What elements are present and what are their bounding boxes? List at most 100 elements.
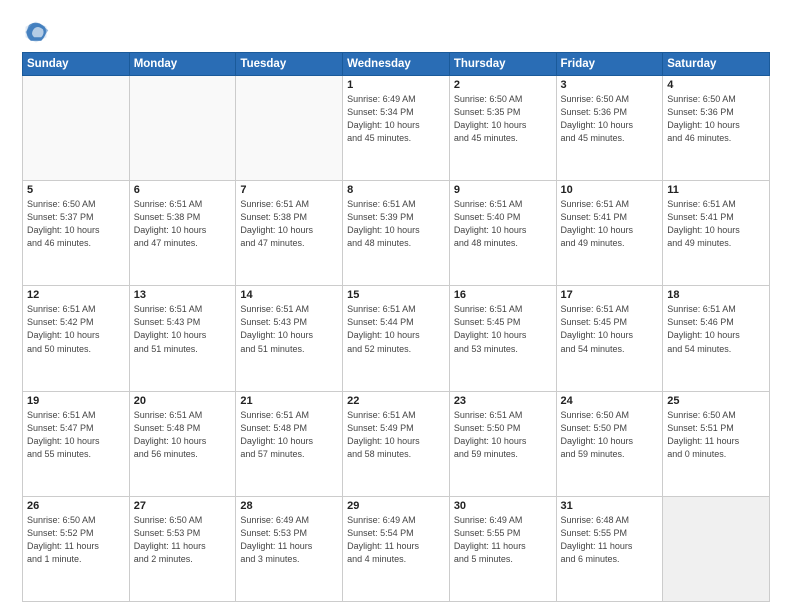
week-row-4: 19 Sunrise: 6:51 AM Sunset: 5:47 PM Dayli… bbox=[23, 391, 770, 496]
day-info: Sunrise: 6:51 AM Sunset: 5:50 PM Dayligh… bbox=[454, 409, 552, 461]
day-info: Sunrise: 6:50 AM Sunset: 5:37 PM Dayligh… bbox=[27, 198, 125, 250]
day-cell: 25 Sunrise: 6:50 AM Sunset: 5:51 PM Dayli… bbox=[663, 391, 770, 496]
day-info: Sunrise: 6:51 AM Sunset: 5:48 PM Dayligh… bbox=[240, 409, 338, 461]
day-number: 13 bbox=[134, 289, 232, 301]
day-number: 30 bbox=[454, 500, 552, 512]
day-info: Sunrise: 6:51 AM Sunset: 5:45 PM Dayligh… bbox=[561, 303, 659, 355]
weekday-header-row: SundayMondayTuesdayWednesdayThursdayFrid… bbox=[23, 53, 770, 76]
day-number: 18 bbox=[667, 289, 765, 301]
day-cell bbox=[23, 76, 130, 181]
day-info: Sunrise: 6:51 AM Sunset: 5:39 PM Dayligh… bbox=[347, 198, 445, 250]
day-cell: 5 Sunrise: 6:50 AM Sunset: 5:37 PM Daylig… bbox=[23, 181, 130, 286]
day-cell: 19 Sunrise: 6:51 AM Sunset: 5:47 PM Dayli… bbox=[23, 391, 130, 496]
day-number: 26 bbox=[27, 500, 125, 512]
day-number: 21 bbox=[240, 395, 338, 407]
day-number: 15 bbox=[347, 289, 445, 301]
day-cell: 17 Sunrise: 6:51 AM Sunset: 5:45 PM Dayli… bbox=[556, 286, 663, 391]
day-number: 27 bbox=[134, 500, 232, 512]
day-cell: 13 Sunrise: 6:51 AM Sunset: 5:43 PM Dayli… bbox=[129, 286, 236, 391]
day-number: 28 bbox=[240, 500, 338, 512]
week-row-5: 26 Sunrise: 6:50 AM Sunset: 5:52 PM Dayli… bbox=[23, 496, 770, 601]
day-info: Sunrise: 6:50 AM Sunset: 5:51 PM Dayligh… bbox=[667, 409, 765, 461]
day-info: Sunrise: 6:51 AM Sunset: 5:49 PM Dayligh… bbox=[347, 409, 445, 461]
logo bbox=[22, 18, 54, 46]
day-number: 10 bbox=[561, 184, 659, 196]
day-cell: 27Sunrise: 6:50 AM Sunset: 5:53 PM Dayli… bbox=[129, 496, 236, 601]
day-number: 25 bbox=[667, 395, 765, 407]
logo-icon bbox=[22, 18, 50, 46]
day-info: Sunrise: 6:48 AM Sunset: 5:55 PM Dayligh… bbox=[561, 514, 659, 566]
day-info: Sunrise: 6:50 AM Sunset: 5:36 PM Dayligh… bbox=[667, 93, 765, 145]
day-cell: 21 Sunrise: 6:51 AM Sunset: 5:48 PM Dayli… bbox=[236, 391, 343, 496]
day-number: 5 bbox=[27, 184, 125, 196]
day-cell: 10 Sunrise: 6:51 AM Sunset: 5:41 PM Dayli… bbox=[556, 181, 663, 286]
day-number: 20 bbox=[134, 395, 232, 407]
day-cell: 2 Sunrise: 6:50 AM Sunset: 5:35 PM Daylig… bbox=[449, 76, 556, 181]
day-number: 8 bbox=[347, 184, 445, 196]
day-number: 9 bbox=[454, 184, 552, 196]
day-info: Sunrise: 6:51 AM Sunset: 5:41 PM Dayligh… bbox=[561, 198, 659, 250]
day-number: 11 bbox=[667, 184, 765, 196]
weekday-header-monday: Monday bbox=[129, 53, 236, 76]
header bbox=[22, 18, 770, 46]
day-cell: 22 Sunrise: 6:51 AM Sunset: 5:49 PM Dayli… bbox=[343, 391, 450, 496]
weekday-header-tuesday: Tuesday bbox=[236, 53, 343, 76]
day-number: 7 bbox=[240, 184, 338, 196]
day-info: Sunrise: 6:51 AM Sunset: 5:40 PM Dayligh… bbox=[454, 198, 552, 250]
day-info: Sunrise: 6:51 AM Sunset: 5:41 PM Dayligh… bbox=[667, 198, 765, 250]
day-info: Sunrise: 6:49 AM Sunset: 5:34 PM Dayligh… bbox=[347, 93, 445, 145]
day-cell: 6 Sunrise: 6:51 AM Sunset: 5:38 PM Daylig… bbox=[129, 181, 236, 286]
day-number: 1 bbox=[347, 79, 445, 91]
day-info: Sunrise: 6:49 AM Sunset: 5:53 PM Dayligh… bbox=[240, 514, 338, 566]
day-number: 2 bbox=[454, 79, 552, 91]
day-info: Sunrise: 6:50 AM Sunset: 5:35 PM Dayligh… bbox=[454, 93, 552, 145]
day-info: Sunrise: 6:51 AM Sunset: 5:43 PM Dayligh… bbox=[134, 303, 232, 355]
day-cell: 1 Sunrise: 6:49 AM Sunset: 5:34 PM Daylig… bbox=[343, 76, 450, 181]
day-number: 19 bbox=[27, 395, 125, 407]
weekday-header-saturday: Saturday bbox=[663, 53, 770, 76]
day-number: 24 bbox=[561, 395, 659, 407]
day-number: 31 bbox=[561, 500, 659, 512]
day-cell: 12 Sunrise: 6:51 AM Sunset: 5:42 PM Dayli… bbox=[23, 286, 130, 391]
day-cell: 26 Sunrise: 6:50 AM Sunset: 5:52 PM Dayli… bbox=[23, 496, 130, 601]
day-number: 6 bbox=[134, 184, 232, 196]
day-cell: 30Sunrise: 6:49 AM Sunset: 5:55 PM Dayli… bbox=[449, 496, 556, 601]
day-cell bbox=[129, 76, 236, 181]
day-info: Sunrise: 6:51 AM Sunset: 5:38 PM Dayligh… bbox=[134, 198, 232, 250]
day-info: Sunrise: 6:51 AM Sunset: 5:44 PM Dayligh… bbox=[347, 303, 445, 355]
day-info: Sunrise: 6:51 AM Sunset: 5:45 PM Dayligh… bbox=[454, 303, 552, 355]
day-cell: 24 Sunrise: 6:50 AM Sunset: 5:50 PM Dayli… bbox=[556, 391, 663, 496]
day-cell bbox=[236, 76, 343, 181]
weekday-header-wednesday: Wednesday bbox=[343, 53, 450, 76]
day-number: 29 bbox=[347, 500, 445, 512]
day-cell: 28 Sunrise: 6:49 AM Sunset: 5:53 PM Dayli… bbox=[236, 496, 343, 601]
day-number: 16 bbox=[454, 289, 552, 301]
day-cell: 7Sunrise: 6:51 AM Sunset: 5:38 PM Daylig… bbox=[236, 181, 343, 286]
day-number: 14 bbox=[240, 289, 338, 301]
day-info: Sunrise: 6:51 AM Sunset: 5:42 PM Dayligh… bbox=[27, 303, 125, 355]
day-number: 4 bbox=[667, 79, 765, 91]
day-cell: 16 Sunrise: 6:51 AM Sunset: 5:45 PM Dayli… bbox=[449, 286, 556, 391]
page: SundayMondayTuesdayWednesdayThursdayFrid… bbox=[0, 0, 792, 612]
day-info: Sunrise: 6:51 AM Sunset: 5:48 PM Dayligh… bbox=[134, 409, 232, 461]
weekday-header-sunday: Sunday bbox=[23, 53, 130, 76]
day-info: Sunrise: 6:50 AM Sunset: 5:50 PM Dayligh… bbox=[561, 409, 659, 461]
day-number: 12 bbox=[27, 289, 125, 301]
day-cell: 18Sunrise: 6:51 AM Sunset: 5:46 PM Dayli… bbox=[663, 286, 770, 391]
week-row-3: 12 Sunrise: 6:51 AM Sunset: 5:42 PM Dayli… bbox=[23, 286, 770, 391]
day-info: Sunrise: 6:50 AM Sunset: 5:52 PM Dayligh… bbox=[27, 514, 125, 566]
day-cell: 3Sunrise: 6:50 AM Sunset: 5:36 PM Daylig… bbox=[556, 76, 663, 181]
day-number: 17 bbox=[561, 289, 659, 301]
day-number: 22 bbox=[347, 395, 445, 407]
day-info: Sunrise: 6:49 AM Sunset: 5:54 PM Dayligh… bbox=[347, 514, 445, 566]
day-number: 23 bbox=[454, 395, 552, 407]
day-info: Sunrise: 6:50 AM Sunset: 5:36 PM Dayligh… bbox=[561, 93, 659, 145]
day-cell: 11 Sunrise: 6:51 AM Sunset: 5:41 PM Dayli… bbox=[663, 181, 770, 286]
day-cell: 15 Sunrise: 6:51 AM Sunset: 5:44 PM Dayli… bbox=[343, 286, 450, 391]
day-info: Sunrise: 6:51 AM Sunset: 5:43 PM Dayligh… bbox=[240, 303, 338, 355]
day-cell: 9 Sunrise: 6:51 AM Sunset: 5:40 PM Daylig… bbox=[449, 181, 556, 286]
weekday-header-friday: Friday bbox=[556, 53, 663, 76]
day-info: Sunrise: 6:51 AM Sunset: 5:47 PM Dayligh… bbox=[27, 409, 125, 461]
week-row-2: 5 Sunrise: 6:50 AM Sunset: 5:37 PM Daylig… bbox=[23, 181, 770, 286]
day-cell: 23 Sunrise: 6:51 AM Sunset: 5:50 PM Dayli… bbox=[449, 391, 556, 496]
